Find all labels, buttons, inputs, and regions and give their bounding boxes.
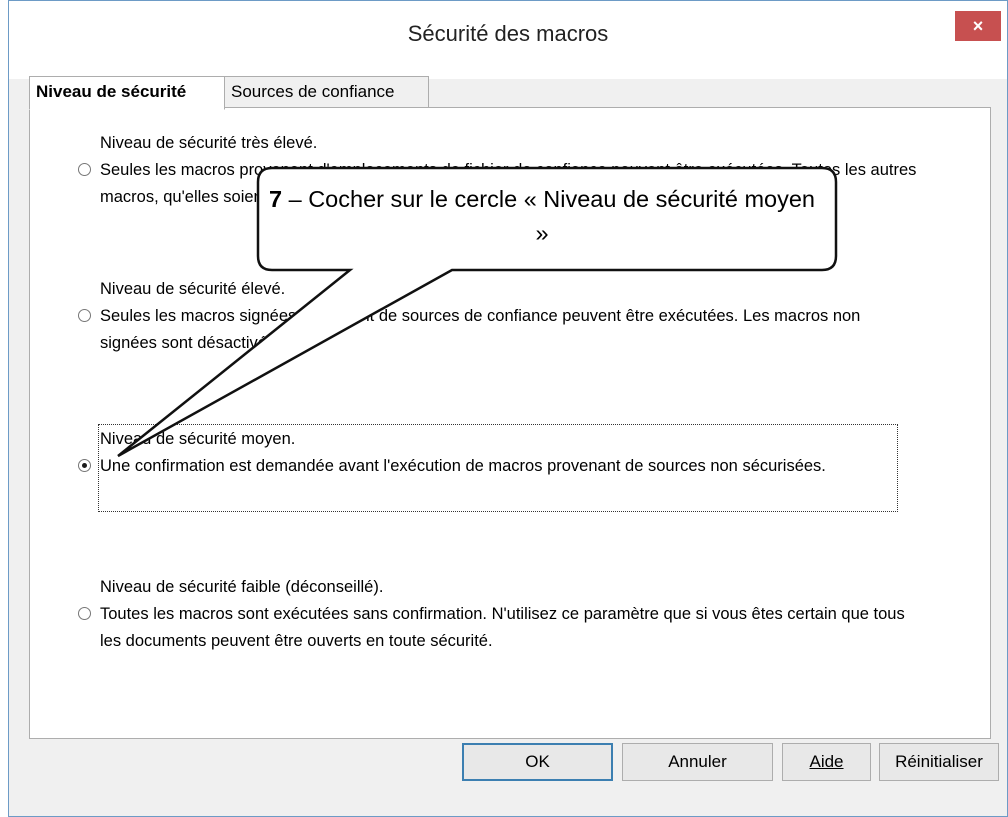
callout-text: 7 – Cocher sur le cercle « Niveau de séc…: [262, 182, 822, 250]
callout-instruction: – Cocher sur le cercle « Niveau de sécur…: [282, 186, 815, 246]
tab-security-level[interactable]: Niveau de sécurité: [29, 76, 225, 110]
callout-annotation: [117, 166, 838, 458]
callout-step-number: 7: [269, 186, 283, 212]
